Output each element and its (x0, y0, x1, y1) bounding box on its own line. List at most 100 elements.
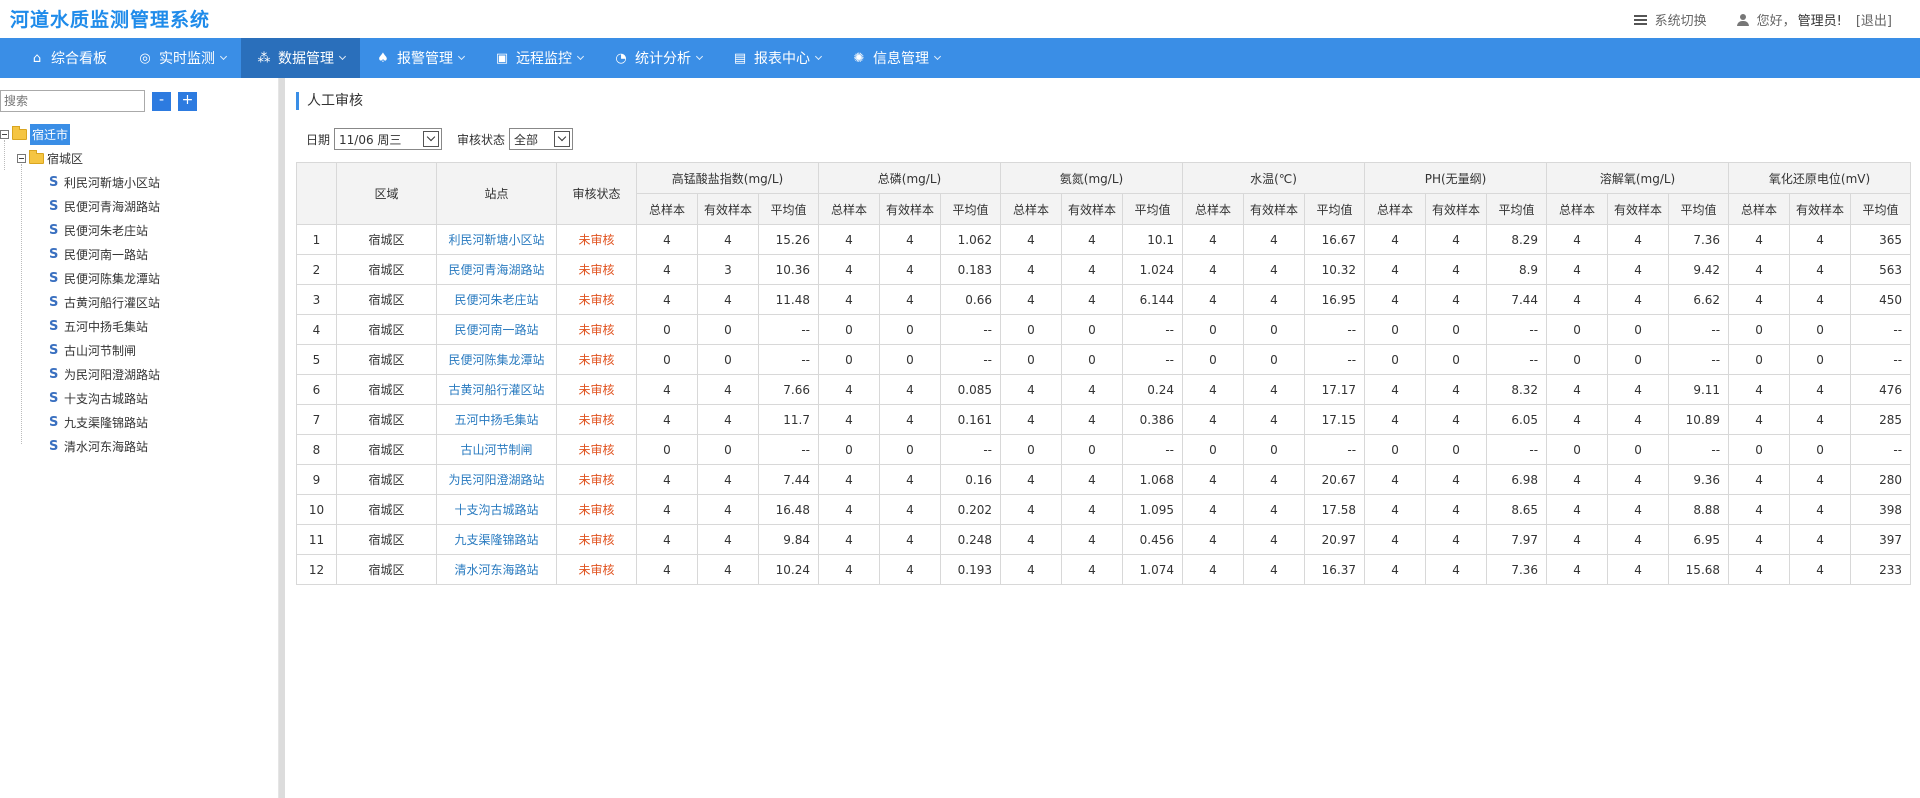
tree-station-item[interactable]: S 清水河东海路站 (0, 434, 278, 458)
station-link[interactable]: 清水河东海路站 (436, 554, 557, 585)
collapse-toggle-icon[interactable] (17, 153, 26, 163)
value-cell: 0 (1546, 314, 1609, 345)
table-row: 4 宿城区 民便河南一路站 未审核 0 0 -- 0 0 -- 0 0 -- 0 0 -- 0 0 -- 0 0 -- 0 0… (296, 314, 1912, 345)
station-link[interactable]: 九支渠隆锦路站 (436, 524, 557, 555)
sidebar: - + 宿迁市 宿城区 S利民河靳塘小区站S民便河青海湖路站S民便河朱老庄站S民… (0, 78, 279, 798)
sidebar-splitter[interactable] (279, 78, 285, 798)
value-cell: 4 (697, 374, 759, 405)
value-cell: 15.68 (1668, 554, 1730, 585)
value-cell: 4 (1546, 224, 1609, 255)
value-cell: 4 (1789, 254, 1852, 285)
value-cell: 365 (1850, 224, 1912, 255)
tree-station-item[interactable]: S 民便河朱老庄站 (0, 218, 278, 242)
value-cell: 4 (879, 494, 941, 525)
row-index: 11 (296, 524, 337, 555)
value-cell: 0 (1546, 434, 1609, 465)
station-link[interactable]: 民便河朱老庄站 (436, 284, 557, 315)
value-cell: 4 (1182, 494, 1244, 525)
tree-node-root[interactable]: 宿迁市 (0, 122, 278, 146)
station-link[interactable]: 为民河阳澄湖路站 (436, 464, 557, 495)
value-cell: 6.98 (1486, 464, 1548, 495)
tree-station-item[interactable]: S 古山河节制闸 (0, 338, 278, 362)
tree-station-item[interactable]: S 为民河阳澄湖路站 (0, 362, 278, 386)
value-cell: 0 (1607, 434, 1670, 465)
tree-station-item[interactable]: S 民便河南一路站 (0, 242, 278, 266)
header-subcolumn: 有效样本 (1789, 193, 1852, 225)
value-cell: 397 (1850, 524, 1912, 555)
status-cell: 未审核 (556, 284, 637, 315)
value-cell: -- (940, 344, 1001, 375)
nav-item-4[interactable]: ▣ 远程监控 (479, 38, 598, 78)
tree-station-label: 利民河靳塘小区站 (64, 175, 161, 190)
tree-station-label: 九支渠隆锦路站 (64, 415, 149, 430)
collapse-all-button[interactable]: - (152, 91, 171, 111)
value-cell: 4 (1000, 464, 1062, 495)
value-cell: 6.144 (1122, 284, 1183, 315)
header-station: 站点 (436, 162, 557, 225)
value-cell: 4 (1364, 284, 1427, 315)
system-switch-link[interactable]: 系统切换 (1633, 10, 1707, 29)
nav-item-0[interactable]: ⌂ 综合看板 (14, 38, 122, 78)
value-cell: 8.29 (1486, 224, 1548, 255)
value-cell: 0 (1061, 314, 1123, 345)
status-select[interactable]: 全部 (509, 128, 574, 150)
value-cell: 0 (1061, 344, 1123, 375)
nav-item-6[interactable]: ▤ 报表中心 (717, 38, 836, 78)
station-link[interactable]: 五河中扬毛集站 (436, 404, 557, 435)
value-cell: 11.7 (758, 404, 819, 435)
tree-station-item[interactable]: S 民便河青海湖路站 (0, 194, 278, 218)
value-cell: 0 (697, 344, 759, 375)
tree-search-input[interactable] (0, 90, 145, 112)
header-subcolumn: 有效样本 (697, 193, 759, 225)
tree-station-label: 古山河节制闸 (64, 343, 137, 358)
nav-item-5[interactable]: ◔ 统计分析 (598, 38, 717, 78)
header-subcolumn: 有效样本 (1243, 193, 1305, 225)
header-subcolumn: 总样本 (1364, 193, 1427, 225)
tree-station-item[interactable]: S 古黄河船行灌区站 (0, 290, 278, 314)
station-list: S 利民河靳塘小区站 S 民便河青海湖路站 S 民便河朱老庄站 S 民便河南一路站 S 民便河陈集… (0, 170, 278, 458)
value-cell: 4 (1000, 374, 1062, 405)
value-cell: 4 (1546, 284, 1609, 315)
tree-station-label: 民便河南一路站 (64, 247, 149, 262)
value-cell: 4 (1789, 524, 1852, 555)
station-link[interactable]: 十支沟古城路站 (436, 494, 557, 525)
station-link[interactable]: 利民河靳塘小区站 (436, 224, 557, 255)
tree-station-item[interactable]: S 九支渠隆锦路站 (0, 410, 278, 434)
tree-station-item[interactable]: S 十支沟古城路站 (0, 386, 278, 410)
collapse-toggle-icon[interactable] (0, 129, 9, 139)
row-index: 10 (296, 494, 337, 525)
value-cell: 4 (1728, 464, 1791, 495)
nav-item-3[interactable]: ♠ 报警管理 (360, 38, 479, 78)
nav-item-7[interactable]: ✺ 信息管理 (836, 38, 955, 78)
station-link[interactable]: 民便河陈集龙潭站 (436, 344, 557, 375)
tree-station-item[interactable]: S 五河中扬毛集站 (0, 314, 278, 338)
tree-district-label: 宿城区 (47, 151, 84, 166)
value-cell: 1.024 (1122, 254, 1183, 285)
value-cell: 4 (1789, 404, 1852, 435)
list-icon (1633, 14, 1647, 25)
value-cell: 20.97 (1303, 524, 1366, 555)
value-cell: -- (758, 344, 819, 375)
date-value: 11/06 周三 (339, 132, 402, 147)
value-cell: 0.161 (940, 404, 1001, 435)
nav-item-1[interactable]: ◎ 实时监测 (122, 38, 241, 78)
logout-link[interactable]: [退出] (1856, 10, 1892, 29)
station-link[interactable]: 古黄河船行灌区站 (436, 374, 557, 405)
header-group: 高锰酸盐指数(mg/L) (636, 162, 819, 194)
value-cell: 4 (818, 524, 880, 555)
value-cell: 4 (636, 374, 698, 405)
station-link[interactable]: 民便河青海湖路站 (436, 254, 557, 285)
nav-item-2[interactable]: ⁂ 数据管理 (241, 38, 360, 78)
station-link[interactable]: 民便河南一路站 (436, 314, 557, 345)
date-select[interactable]: 11/06 周三 (334, 128, 443, 150)
header-subcolumn: 总样本 (1000, 193, 1062, 225)
station-icon: S (49, 438, 59, 454)
station-link[interactable]: 古山河节制闸 (436, 434, 557, 465)
tree-station-item[interactable]: S 民便河陈集龙潭站 (0, 266, 278, 290)
chevron-down-icon (457, 52, 466, 60)
tree-station-item[interactable]: S 利民河靳塘小区站 (0, 170, 278, 194)
tree-node-district[interactable]: 宿城区 (0, 146, 278, 170)
header-group: 水温(℃) (1181, 162, 1366, 194)
expand-all-button[interactable]: + (178, 91, 197, 111)
header-group: 氨氮(mg/L) (1000, 162, 1183, 194)
